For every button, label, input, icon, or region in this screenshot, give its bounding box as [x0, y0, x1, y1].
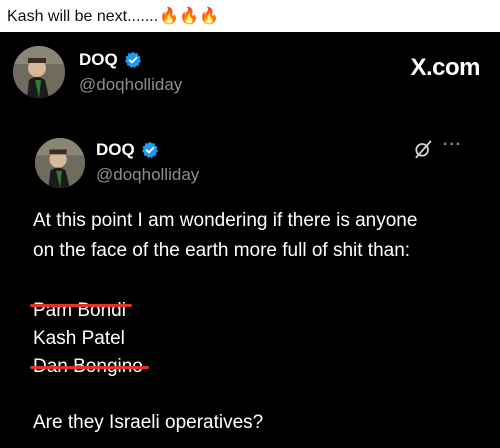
caption: Kash will be next.......🔥🔥🔥 — [7, 6, 219, 26]
verified-badge-icon — [124, 51, 141, 68]
grok-icon[interactable] — [413, 139, 433, 159]
tweet-question: Are they Israeli operatives? — [33, 412, 264, 433]
avatar[interactable] — [35, 138, 85, 188]
verified-badge-icon — [141, 141, 158, 158]
display-name[interactable]: DOQ — [96, 140, 159, 160]
handle[interactable]: @doqholliday — [96, 165, 199, 185]
tweet-text-line: At this point I am wondering if there is… — [33, 210, 418, 231]
name-list-item: Dan Bongino — [30, 352, 149, 382]
more-icon[interactable]: ··· — [443, 136, 462, 154]
tweet-text-line: on the face of the earth more full of sh… — [33, 240, 411, 261]
display-name[interactable]: DOQ — [79, 50, 142, 70]
outer-post-card: DOQ @doqholliday X.com DOQ @doqholliday … — [0, 32, 500, 448]
strikethrough-mark — [30, 304, 132, 307]
fire-icon: 🔥🔥🔥 — [159, 8, 219, 25]
name-list-item: Pam Bondi — [30, 296, 132, 326]
name-list-item: Kash Patel — [33, 324, 125, 354]
handle[interactable]: @doqholliday — [79, 75, 182, 95]
name-kash-patel: Kash Patel — [33, 328, 125, 349]
caption-text: Kash will be next....... — [7, 8, 159, 25]
caption-bar: Kash will be next.......🔥🔥🔥 — [0, 0, 500, 32]
strikethrough-mark — [30, 366, 149, 369]
x-com-logo: X.com — [410, 54, 480, 81]
avatar[interactable] — [13, 46, 65, 98]
